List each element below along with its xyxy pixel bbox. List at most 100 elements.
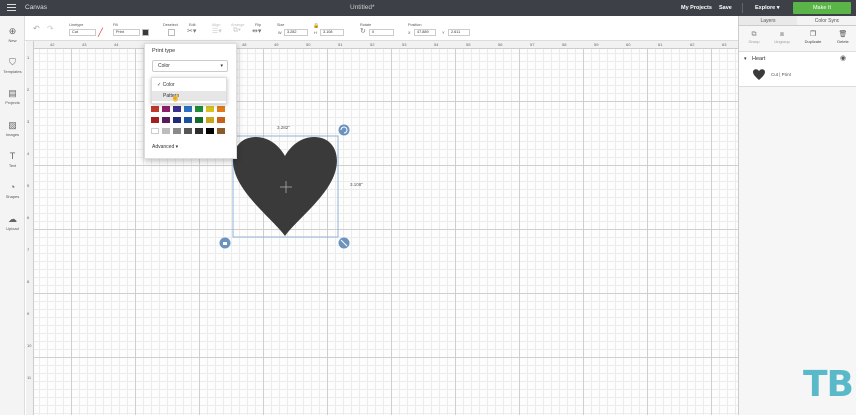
option-pattern[interactable]: Pattern — [152, 91, 226, 101]
delete-button[interactable]: 🗑 Delete — [830, 30, 856, 44]
ungroup-button[interactable]: ⧈ Ungroup — [769, 30, 795, 44]
advanced-toggle[interactable]: Advanced ▾ — [152, 144, 178, 150]
ruler-tick-label: 44 — [114, 42, 119, 47]
ruler-tick-label: 7 — [27, 247, 30, 252]
chevron-down-icon[interactable]: ▾ — [744, 56, 747, 62]
height-input[interactable]: 3.108 — [320, 29, 344, 36]
action-label: Duplicate — [804, 39, 822, 44]
sidebar-item-label: Upload — [6, 226, 19, 231]
color-swatch[interactable] — [217, 117, 225, 123]
ruler-tick-label: 63 — [722, 42, 727, 47]
layer-item-heart[interactable]: ▾ Heart ◉ Cut | Print — [739, 51, 856, 87]
color-swatch[interactable] — [173, 117, 181, 123]
color-swatch[interactable] — [184, 106, 192, 112]
ruler-tick-label: 55 — [466, 42, 471, 47]
design-canvas[interactable] — [26, 41, 738, 415]
arrange-icon[interactable]: ⧉▾ — [233, 27, 241, 35]
sidebar-item-shapes[interactable]: ◔ Shapes — [0, 182, 25, 199]
y-input[interactable]: 2.611 — [448, 29, 470, 36]
align-icon[interactable]: ☰▾ — [212, 27, 222, 35]
print-type-select[interactable]: Color ▾ — [152, 60, 228, 72]
tab-color-sync[interactable]: Color Sync — [797, 16, 856, 26]
group-button[interactable]: ⧉ Group — [741, 30, 767, 44]
color-swatch[interactable] — [162, 117, 170, 123]
sidebar-item-label: Shapes — [5, 194, 20, 199]
fill-color-swatch[interactable] — [142, 29, 149, 36]
color-swatch[interactable] — [195, 106, 203, 112]
redo-icon[interactable]: ↷ — [47, 24, 54, 33]
color-swatch[interactable] — [206, 117, 214, 123]
heart-selection[interactable] — [218, 122, 354, 250]
color-swatch[interactable] — [184, 128, 192, 134]
lock-icon[interactable]: 🔒 — [313, 23, 319, 29]
color-swatch[interactable] — [217, 106, 225, 112]
linetype-select[interactable]: Cut — [69, 29, 96, 36]
duplicate-button[interactable]: ❐ Duplicate — [800, 30, 826, 44]
color-swatch[interactable] — [206, 128, 214, 134]
duplicate-icon: ❐ — [809, 31, 817, 38]
tab-layers[interactable]: Layers — [739, 16, 797, 26]
sidebar-item-projects[interactable]: ▤ Projects — [0, 88, 25, 105]
print-type-title: Print type — [152, 48, 176, 54]
edit-icon[interactable]: ✂▾ — [187, 27, 196, 35]
make-it-button[interactable]: Make It — [793, 2, 851, 14]
width-input[interactable]: 3.282 — [284, 29, 308, 36]
fill-select[interactable]: Print — [113, 29, 140, 36]
color-swatch[interactable] — [217, 128, 225, 134]
my-projects-link[interactable]: My Projects — [681, 5, 712, 11]
ruler-tick-label: 51 — [338, 42, 343, 47]
image-icon: ▨ — [8, 120, 17, 130]
pen-color-icon[interactable]: ╱ — [98, 28, 103, 37]
flip-icon[interactable]: ⇹▾ — [252, 27, 261, 35]
shirt-icon: ⛉ — [9, 57, 16, 67]
option-color[interactable]: ✓ Color — [152, 80, 226, 90]
width-dimension-label: 3.282" — [277, 125, 290, 130]
deselect-icon[interactable] — [168, 29, 175, 36]
sidebar-item-templates[interactable]: ⛉ Templates — [0, 57, 25, 74]
lock-handle[interactable] — [219, 237, 231, 249]
color-swatch[interactable] — [195, 117, 203, 123]
color-swatch[interactable] — [173, 128, 181, 134]
ruler-tick-label: 60 — [626, 42, 631, 47]
heart-shape[interactable] — [233, 137, 337, 236]
color-swatch[interactable] — [162, 128, 170, 134]
ruler-tick-label: 62 — [690, 42, 695, 47]
color-swatch[interactable] — [184, 117, 192, 123]
sidebar-item-new[interactable]: ⊕ New — [0, 26, 25, 43]
color-swatch[interactable] — [151, 117, 159, 123]
save-button[interactable]: Save — [719, 5, 732, 11]
color-swatch[interactable] — [195, 128, 203, 134]
ungroup-icon: ⧈ — [779, 31, 785, 38]
select-value: Color — [158, 63, 170, 69]
color-swatch[interactable] — [162, 106, 170, 112]
app-name: Canvas — [25, 4, 48, 11]
action-label: Delete — [837, 39, 849, 44]
ruler-tick-label: 3 — [27, 119, 30, 124]
sidebar-item-text[interactable]: T Text — [0, 151, 25, 168]
sidebar-item-upload[interactable]: ☁ Upload — [0, 214, 25, 231]
x-input[interactable]: 47.889 — [414, 29, 436, 36]
ruler-tick-label: 57 — [530, 42, 535, 47]
eye-icon[interactable]: ◉ — [840, 54, 846, 62]
resize-handle[interactable] — [338, 237, 350, 249]
sidebar-item-images[interactable]: ▨ Images — [0, 120, 25, 137]
document-title: Untitled* — [350, 4, 375, 11]
ruler-tick-label: 61 — [658, 42, 663, 47]
layer-name: Heart — [752, 56, 766, 62]
ruler-tick-label: 9 — [27, 311, 30, 316]
ruler-tick-label: 48 — [242, 42, 247, 47]
ruler-tick-label: 1 — [27, 55, 30, 60]
rotate-input[interactable]: 0 — [369, 29, 394, 36]
menu-icon[interactable] — [7, 4, 16, 11]
ruler-tick-label: 56 — [498, 42, 503, 47]
advanced-label: Advanced — [152, 144, 175, 150]
color-swatch[interactable] — [151, 106, 159, 112]
color-swatch[interactable] — [206, 106, 214, 112]
rotate-handle[interactable] — [338, 124, 350, 136]
ruler-tick-label: 49 — [274, 42, 279, 47]
color-swatch[interactable] — [173, 106, 181, 112]
undo-icon[interactable]: ↶ — [33, 24, 40, 33]
ruler-tick-label: 2 — [27, 87, 30, 92]
color-swatch[interactable] — [151, 128, 159, 134]
machine-select[interactable]: Explore — [755, 5, 779, 11]
